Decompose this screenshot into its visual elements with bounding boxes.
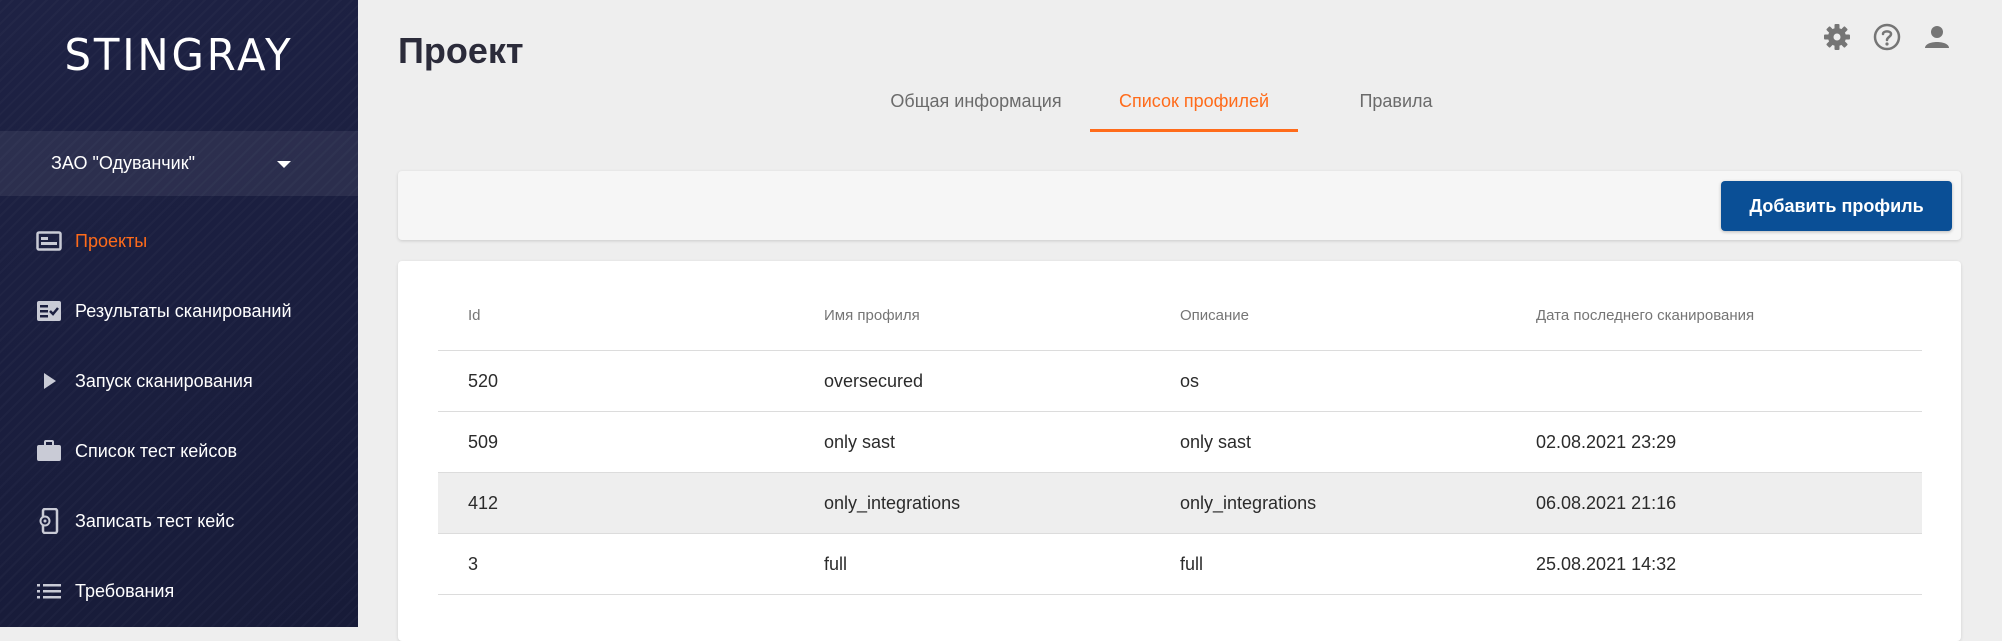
play-icon (36, 369, 62, 393)
cell-id: 3 (468, 554, 479, 574)
tab-general-info[interactable]: Общая информация (870, 88, 1082, 132)
cell-last-scan-date: 06.08.2021 21:16 (1536, 493, 1677, 513)
app-logo: STINGRAY (64, 30, 294, 81)
column-header-id[interactable]: Id (468, 307, 481, 324)
sidebar: STINGRAY ЗАО "Одуванчик" Проекты Результ… (0, 0, 358, 627)
tab-profile-list[interactable]: Список профилей (1090, 88, 1298, 132)
sidebar-item-label: Записать тест кейс (75, 510, 235, 531)
table-row[interactable]: 3 full full 25.08.2021 14:32 (438, 534, 1922, 595)
sidebar-item-projects[interactable]: Проекты (0, 213, 358, 269)
cell-profile-name: oversecured (824, 371, 924, 391)
chevron-down-icon (277, 161, 291, 168)
cell-last-scan-date: 02.08.2021 23:29 (1536, 432, 1677, 452)
table-row[interactable]: 520 oversecured os (438, 351, 1922, 412)
user-icon[interactable] (1922, 22, 1952, 52)
cell-profile-name: only sast (824, 432, 896, 452)
cell-description: only_integrations (1180, 493, 1317, 513)
organization-select[interactable]: ЗАО "Одуванчик" (0, 131, 358, 196)
list-icon (36, 579, 62, 603)
cell-id: 509 (468, 432, 499, 452)
sidebar-item-label: Результаты сканирований (75, 300, 292, 321)
sidebar-item-requirements[interactable]: Требования (0, 563, 358, 619)
record-phone-icon (36, 508, 62, 534)
organization-select-value: ЗАО "Одуванчик" (51, 153, 195, 173)
sidebar-item-run-scan[interactable]: Запуск сканирования (0, 353, 358, 409)
scan-results-icon (36, 299, 62, 323)
cell-id: 520 (468, 371, 499, 391)
tab-label: Общая информация (890, 91, 1062, 111)
sidebar-item-label: Требования (75, 580, 175, 601)
column-header-description[interactable]: Описание (1180, 307, 1249, 324)
sidebar-item-label: Запуск сканирования (75, 370, 253, 391)
projects-icon (36, 229, 62, 253)
cell-description: full (1180, 554, 1204, 574)
tab-label: Список профилей (1118, 91, 1270, 111)
briefcase-icon (36, 439, 62, 463)
sidebar-item-label: Проекты (75, 230, 148, 251)
sidebar-item-test-cases[interactable]: Список тест кейсов (0, 423, 358, 479)
sidebar-item-scan-results[interactable]: Результаты сканирований (0, 283, 358, 339)
tab-rules[interactable]: Правила (1306, 88, 1486, 132)
cell-profile-name: only_integrations (824, 493, 961, 513)
sidebar-item-record-test-case[interactable]: Записать тест кейс (0, 493, 358, 549)
table-row[interactable]: 412 only_integrations only_integrations … (438, 473, 1922, 534)
cell-description: os (1180, 371, 1200, 391)
cell-description: only sast (1180, 432, 1252, 452)
add-profile-button[interactable]: Добавить профиль (1721, 181, 1952, 231)
page-title: Проект (398, 30, 524, 71)
column-header-last-scan-date[interactable]: Дата последнего сканирования (1536, 307, 1754, 324)
help-icon[interactable] (1872, 22, 1902, 52)
column-header-profile-name[interactable]: Имя профиля (824, 307, 920, 324)
gear-icon[interactable] (1822, 22, 1852, 52)
tab-label: Правила (1359, 91, 1433, 111)
cell-last-scan-date: 25.08.2021 14:32 (1536, 554, 1677, 574)
cell-profile-name: full (824, 554, 848, 574)
cell-id: 412 (468, 493, 499, 513)
table-row[interactable]: 509 only sast only sast 02.08.2021 23:29 (438, 412, 1922, 473)
sidebar-item-label: Список тест кейсов (75, 440, 238, 461)
